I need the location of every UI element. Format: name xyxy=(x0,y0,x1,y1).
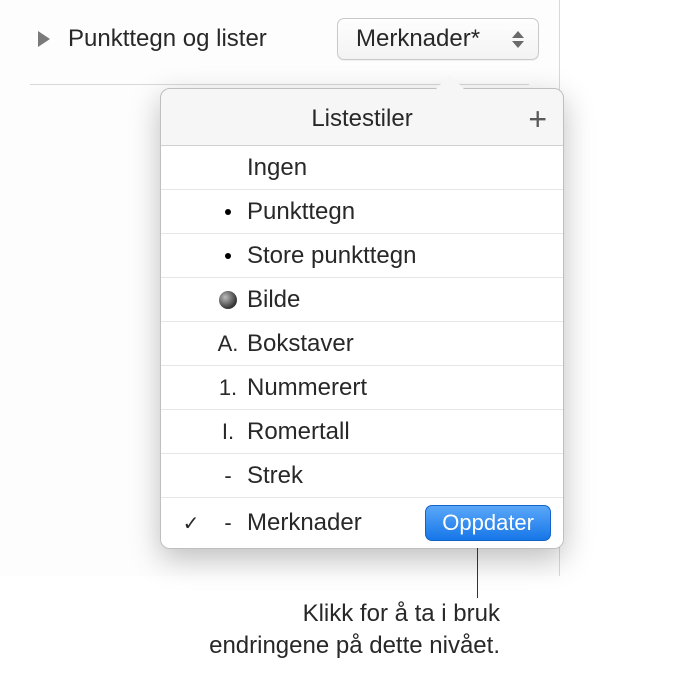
checkmark-column: ✓ xyxy=(173,511,209,536)
popover-title: Listestiler xyxy=(311,105,412,132)
list-marker: - xyxy=(209,510,247,536)
list-marker xyxy=(209,253,247,259)
callout-line xyxy=(477,548,478,598)
list-item[interactable]: I.Romertall xyxy=(161,410,563,454)
list-item-label: Bilde xyxy=(247,286,551,314)
update-button[interactable]: Oppdater xyxy=(425,505,551,541)
list-style-dropdown[interactable]: Merknader* xyxy=(337,18,539,60)
list-item-label: Store punkttegn xyxy=(247,242,551,270)
bullets-lists-label: Punkttegn og lister xyxy=(68,25,327,53)
list-styles-popover: Listestiler + Ingen Punkttegn Store punktt… xyxy=(160,88,564,549)
bullet-icon xyxy=(225,253,231,259)
list-item-label: Ingen xyxy=(247,154,551,182)
list-item-label: Merknader xyxy=(247,509,425,537)
callout-text: Klikk for å ta i bruk endringene på dett… xyxy=(180,598,500,663)
list-item[interactable]: Punkttegn xyxy=(161,190,563,234)
list-item-label: Punkttegn xyxy=(247,198,551,226)
list-item[interactable]: 1.Nummerert xyxy=(161,366,563,410)
list-item-label: Bokstaver xyxy=(247,330,551,358)
bullet-icon xyxy=(225,209,231,215)
dropdown-value: Merknader* xyxy=(356,25,480,53)
style-list: IngenPunkttegnStore punkttegnBildeA.Boks… xyxy=(161,146,563,548)
popover-arrow-icon xyxy=(436,75,464,89)
popover-header: Listestiler + xyxy=(161,89,563,146)
list-marker: - xyxy=(209,463,247,489)
add-style-button[interactable]: + xyxy=(528,103,547,135)
list-marker: 1. xyxy=(209,375,247,401)
image-bullet-icon xyxy=(219,291,237,309)
chevron-up-down-icon xyxy=(512,31,524,48)
list-marker: A. xyxy=(209,331,247,357)
disclosure-triangle-icon[interactable] xyxy=(38,31,50,47)
list-item-label: Nummerert xyxy=(247,374,551,402)
list-marker xyxy=(209,209,247,215)
bullets-lists-row: Punkttegn og lister Merknader* xyxy=(0,0,559,74)
list-item-label: Romertall xyxy=(247,418,551,446)
list-item[interactable]: ✓-MerknaderOppdater xyxy=(161,498,563,548)
list-item-label: Strek xyxy=(247,462,551,490)
checkmark-icon: ✓ xyxy=(183,511,200,536)
list-item[interactable]: Store punkttegn xyxy=(161,234,563,278)
list-item[interactable]: Ingen xyxy=(161,146,563,190)
list-item[interactable]: Bilde xyxy=(161,278,563,322)
list-item[interactable]: -Strek xyxy=(161,454,563,498)
list-marker: I. xyxy=(209,419,247,445)
list-item[interactable]: A.Bokstaver xyxy=(161,322,563,366)
list-marker xyxy=(209,291,247,309)
